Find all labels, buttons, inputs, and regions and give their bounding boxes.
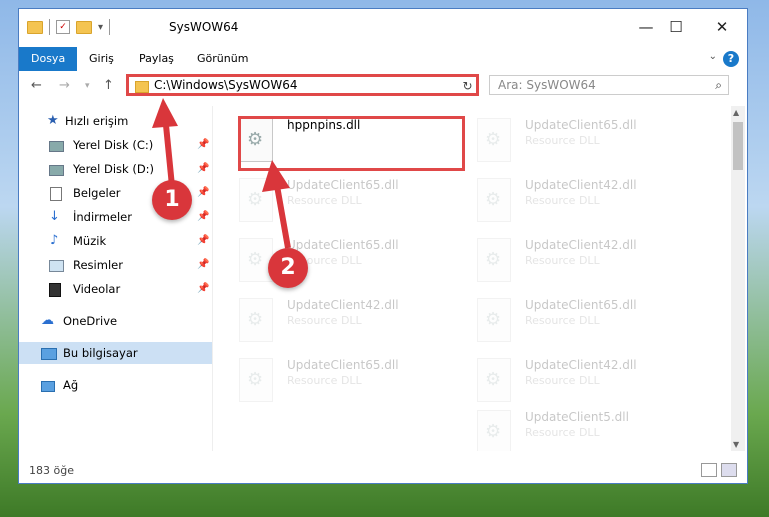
step-2-badge: 2 [268,248,308,288]
arrow-1-head [152,98,178,128]
arrow-2-head [262,160,290,192]
annotation-arrows [152,98,291,249]
step-1-badge: 1 [152,180,192,220]
arrow-2 [273,179,291,249]
